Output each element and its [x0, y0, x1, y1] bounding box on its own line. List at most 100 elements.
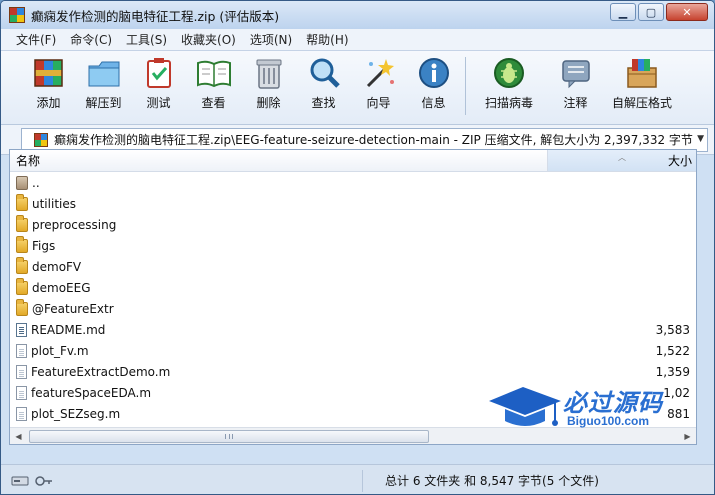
list-item-name: plot_Fv.m — [10, 343, 548, 358]
folder-icon — [16, 193, 28, 211]
list-item-label: demoFV — [32, 259, 82, 274]
list-item-size: 1,359 — [655, 364, 690, 379]
maximize-button[interactable]: ▢ — [638, 3, 664, 21]
list-item-size: 3,583 — [655, 322, 690, 337]
wizard-button[interactable]: 向导 — [351, 55, 406, 111]
list-item[interactable]: preprocessing — [10, 214, 696, 235]
sfx-label: 自解压格式 — [611, 96, 672, 110]
window-controls: ▁ ▢ ✕ — [610, 3, 708, 21]
list-item[interactable]: plot_Fv.m 1,522 — [10, 340, 696, 361]
list-item[interactable]: .. — [10, 172, 696, 193]
list-item-name: preprocessing — [10, 214, 548, 232]
archive-icon — [34, 132, 48, 147]
list-item[interactable]: demoFV — [10, 256, 696, 277]
list-item-name: demoFV — [10, 256, 548, 274]
folder-icon — [16, 256, 28, 274]
delete-label: 删除 — [256, 96, 281, 110]
list-item[interactable]: demoEEG — [10, 277, 696, 298]
list-item[interactable]: README.md 3,583 — [10, 319, 696, 340]
close-button[interactable]: ✕ — [666, 3, 708, 21]
list-item-name: plot_SEZseg.m — [10, 406, 548, 421]
watermark-text: 必过源码 — [563, 389, 663, 417]
list-item-label: plot_SEZseg.m — [31, 406, 121, 421]
comment-label: 注释 — [563, 96, 588, 110]
test-button[interactable]: 测试 — [131, 55, 186, 111]
key-icon[interactable] — [35, 475, 53, 487]
minimize-button[interactable]: ▁ — [610, 3, 636, 21]
delete-button[interactable]: 删除 — [241, 55, 296, 111]
list-item-label: utilities — [32, 196, 76, 211]
drive-icon[interactable] — [11, 475, 29, 487]
menu-commands[interactable]: 命令(C) — [63, 31, 119, 48]
sfx-box-icon — [623, 55, 661, 91]
menu-options[interactable]: 选项(N) — [243, 31, 299, 48]
virus-scan-button[interactable]: 扫描病毒 — [470, 55, 548, 111]
wizard-wand-icon — [360, 55, 398, 91]
file-icon — [16, 385, 27, 400]
list-item-label: plot_Fv.m — [31, 343, 89, 358]
column-name-header[interactable]: 名称 — [10, 150, 548, 171]
toolbar: 添加 解压到 测试 查看 删除 查找 向导 信息 扫描病毒 注释 自解压格式 — [1, 51, 714, 125]
archive-path: 癫痫发作检测的脑电特征工程.zip\EEG-feature-seizure-de… — [54, 133, 693, 147]
sfx-button[interactable]: 自解压格式 — [603, 55, 681, 111]
list-item-label: .. — [32, 175, 40, 190]
list-item-label: preprocessing — [32, 217, 117, 232]
column-size-label: 大小 — [667, 154, 692, 168]
path-field[interactable]: 癫痫发作检测的脑电特征工程.zip\EEG-feature-seizure-de… — [21, 127, 708, 152]
add-button[interactable]: 添加 — [21, 55, 76, 111]
column-size-header[interactable]: ︿ 大小 — [548, 150, 696, 171]
window-title: 癫痫发作检测的脑电特征工程.zip (评估版本) — [31, 8, 280, 24]
status-summary: 总计 6 文件夹 和 8,547 字节(5 个文件) — [385, 474, 599, 488]
list-item-name: demoEEG — [10, 277, 548, 295]
list-item-label: @FeatureExtr — [32, 301, 114, 316]
list-item-label: featureSpaceEDA.m — [31, 385, 152, 400]
markdown-file-icon — [16, 322, 27, 337]
list-item[interactable]: Figs — [10, 235, 696, 256]
test-icon — [140, 55, 178, 91]
menu-bar: 文件(F) 命令(C) 工具(S) 收藏夹(O) 选项(N) 帮助(H) — [1, 29, 714, 51]
menu-favorites[interactable]: 收藏夹(O) — [174, 31, 243, 48]
list-item-label: FeatureExtractDemo.m — [31, 364, 171, 379]
info-button[interactable]: 信息 — [406, 55, 461, 111]
test-label: 测试 — [146, 96, 171, 110]
path-dropdown-icon[interactable]: ▼ — [697, 134, 704, 144]
list-item-name: FeatureExtractDemo.m — [10, 364, 548, 379]
find-button[interactable]: 查找 — [296, 55, 351, 111]
add-label: 添加 — [36, 96, 61, 110]
list-item-name: @FeatureExtr — [10, 298, 548, 316]
list-item-label: demoEEG — [32, 280, 91, 295]
list-item-name: .. — [10, 175, 548, 190]
file-icon — [16, 364, 27, 379]
scroll-grip-icon — [225, 433, 233, 439]
toolbar-separator — [465, 57, 466, 115]
scroll-thumb[interactable] — [29, 429, 429, 443]
list-item[interactable]: utilities — [10, 193, 696, 214]
scroll-left-icon[interactable]: ◀ — [10, 428, 27, 445]
view-button[interactable]: 查看 — [186, 55, 241, 111]
find-label: 查找 — [311, 96, 336, 110]
archive-window: 癫痫发作检测的脑电特征工程.zip (评估版本) ▁ ▢ ✕ 文件(F) 命令(… — [0, 0, 715, 495]
menu-tools[interactable]: 工具(S) — [119, 31, 174, 48]
status-icons — [1, 469, 363, 492]
extract-to-icon — [85, 55, 123, 91]
list-item-size: 1,522 — [655, 343, 690, 358]
winrar-app-icon — [9, 7, 25, 23]
sort-indicator-icon: ︿ — [618, 153, 626, 162]
file-icon — [16, 406, 27, 421]
info-icon — [415, 55, 453, 91]
folder-icon — [16, 298, 28, 316]
view-book-icon — [195, 55, 233, 91]
menu-file[interactable]: 文件(F) — [9, 31, 63, 48]
status-bar: 总计 6 文件夹 和 8,547 字节(5 个文件) — [1, 464, 714, 494]
extract-to-button[interactable]: 解压到 — [76, 55, 131, 111]
comment-button[interactable]: 注释 — [548, 55, 603, 111]
find-magnifier-icon — [305, 55, 343, 91]
wizard-label: 向导 — [366, 96, 391, 110]
folder-icon — [16, 235, 28, 253]
menu-help[interactable]: 帮助(H) — [299, 31, 355, 48]
folder-icon — [16, 214, 28, 232]
extract-to-label: 解压到 — [85, 96, 122, 110]
list-item[interactable]: @FeatureExtr — [10, 298, 696, 319]
file-icon — [16, 343, 27, 358]
title-bar: 癫痫发作检测的脑电特征工程.zip (评估版本) ▁ ▢ ✕ — [1, 1, 714, 29]
